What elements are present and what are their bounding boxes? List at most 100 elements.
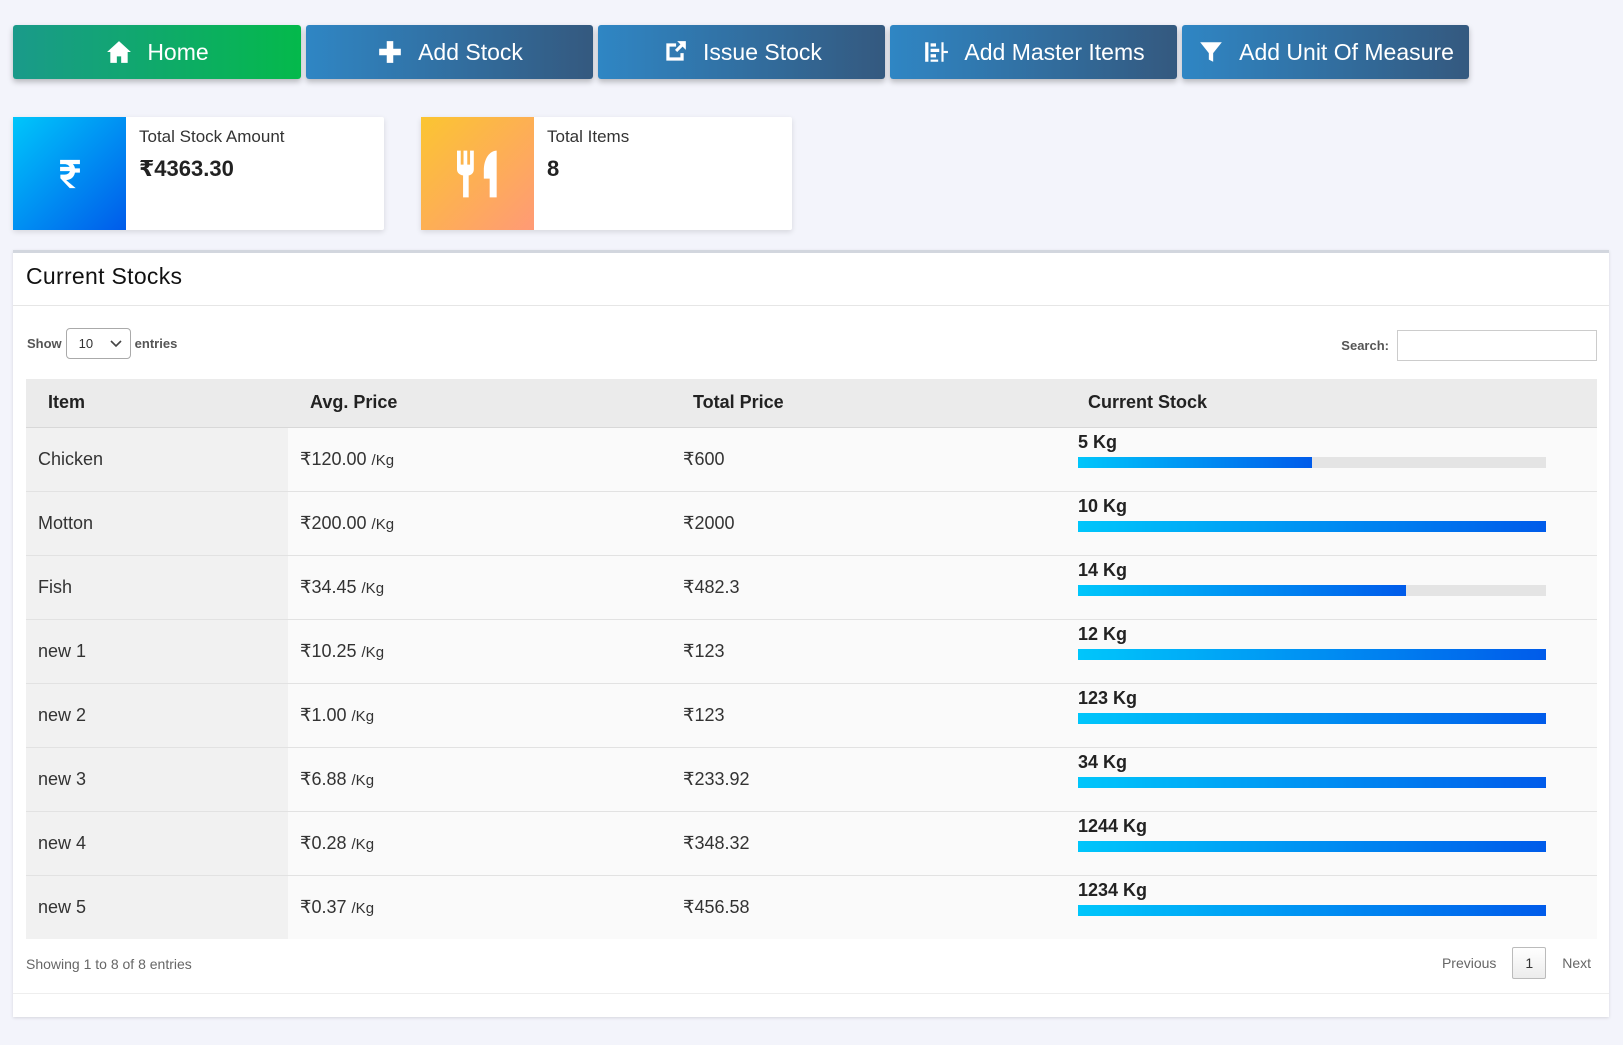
total-price-cell: ₹600 bbox=[671, 427, 1066, 492]
plus-icon bbox=[376, 38, 404, 66]
add-master-items-button-label: Add Master Items bbox=[964, 38, 1145, 65]
table-controls: Show 10 entries Search: bbox=[27, 326, 1597, 361]
avg-price-cell: ₹0.28 /Kg bbox=[288, 811, 671, 876]
add-stock-button-label: Add Stock bbox=[418, 38, 523, 65]
add-master-items-button[interactable]: Add Master Items bbox=[890, 25, 1177, 79]
search-input[interactable] bbox=[1397, 330, 1597, 361]
home-button-label: Home bbox=[147, 38, 209, 65]
next-page-button[interactable]: Next bbox=[1556, 947, 1597, 979]
avg-price-cell: ₹34.45 /Kg bbox=[288, 555, 671, 620]
table-info: Showing 1 to 8 of 8 entries bbox=[26, 956, 192, 972]
item-cell: new 2 bbox=[26, 683, 288, 748]
item-name: new 4 bbox=[38, 832, 87, 853]
add-stock-button[interactable]: Add Stock bbox=[306, 25, 593, 79]
stock-progress-fill bbox=[1078, 520, 1546, 532]
stock-quantity: 5 Kg bbox=[1078, 431, 1118, 452]
column-header-current-stock[interactable]: Current Stock bbox=[1066, 379, 1597, 428]
table-row: new 3 ₹6.88 /Kg ₹233.92 34 Kg bbox=[26, 747, 1597, 812]
add-unit-of-measure-button[interactable]: Add Unit Of Measure bbox=[1182, 25, 1469, 79]
price-unit: /Kg bbox=[351, 771, 375, 789]
stock-quantity: 12 Kg bbox=[1078, 623, 1128, 644]
home-icon bbox=[105, 38, 133, 66]
total-price-cell: ₹456.58 bbox=[671, 875, 1066, 939]
stock-progress-fill bbox=[1078, 584, 1406, 596]
total-price-cell: ₹348.32 bbox=[671, 811, 1066, 876]
search-control: Search: bbox=[1341, 330, 1597, 361]
utensils-icon bbox=[421, 117, 534, 230]
price-unit: /Kg bbox=[351, 899, 375, 917]
column-header-item[interactable]: Item bbox=[26, 379, 288, 428]
item-name: new 3 bbox=[38, 768, 87, 789]
column-header-total-price[interactable]: Total Price bbox=[671, 379, 1066, 428]
item-name: new 5 bbox=[38, 896, 87, 917]
pagination: Previous 1 Next bbox=[1436, 947, 1597, 979]
stock-progress-fill bbox=[1078, 776, 1546, 788]
stock-quantity: 34 Kg bbox=[1078, 751, 1128, 772]
home-button[interactable]: Home bbox=[13, 25, 301, 79]
list-icon bbox=[922, 38, 950, 66]
issue-stock-button[interactable]: Issue Stock bbox=[598, 25, 885, 79]
avg-price-cell: ₹10.25 /Kg bbox=[288, 619, 671, 684]
page-length-select[interactable]: 10 bbox=[65, 328, 131, 359]
total-price-value: ₹456.58 bbox=[683, 896, 750, 917]
total-price-cell: ₹123 bbox=[671, 683, 1066, 748]
current-stock-cell: 1234 Kg bbox=[1066, 875, 1597, 939]
search-label: Search: bbox=[1341, 338, 1389, 353]
item-cell: Fish bbox=[26, 555, 288, 620]
table-body: Chicken ₹120.00 /Kg ₹600 5 Kg Motton ₹200.00 … bbox=[26, 427, 1597, 939]
total-items-value: 8 bbox=[547, 156, 560, 181]
item-cell: Chicken bbox=[26, 427, 288, 492]
total-price-value: ₹2000 bbox=[683, 512, 735, 533]
entries-label: entries bbox=[134, 336, 178, 351]
avg-price-value: ₹34.45 bbox=[300, 576, 357, 597]
table-row: new 2 ₹1.00 /Kg ₹123 123 Kg bbox=[26, 683, 1597, 748]
item-cell: new 4 bbox=[26, 811, 288, 876]
avg-price-cell: ₹1.00 /Kg bbox=[288, 683, 671, 748]
current-stock-cell: 10 Kg bbox=[1066, 491, 1597, 556]
stock-progress-fill bbox=[1078, 904, 1546, 916]
avg-price-value: ₹10.25 bbox=[300, 640, 357, 661]
panel-title: Current Stocks bbox=[13, 253, 1609, 306]
table-row: new 5 ₹0.37 /Kg ₹456.58 1234 Kg bbox=[26, 875, 1597, 939]
total-stock-amount-label: Total Stock Amount bbox=[139, 127, 285, 146]
column-header-avg-price[interactable]: Avg. Price bbox=[288, 379, 671, 428]
avg-price-value: ₹200.00 bbox=[300, 512, 367, 533]
top-nav: Home Add Stock Issue Stock Add Master It… bbox=[13, 25, 1469, 79]
stock-quantity: 123 Kg bbox=[1078, 687, 1138, 708]
issue-stock-button-label: Issue Stock bbox=[703, 38, 822, 65]
item-name: new 2 bbox=[38, 704, 87, 725]
stock-progress-track bbox=[1078, 712, 1546, 724]
stock-progress-fill bbox=[1078, 712, 1546, 724]
stock-quantity: 1244 Kg bbox=[1078, 815, 1148, 836]
item-cell: new 5 bbox=[26, 875, 288, 939]
avg-price-cell: ₹120.00 /Kg bbox=[288, 427, 671, 492]
total-items-card: Total Items 8 bbox=[421, 117, 792, 230]
share-icon bbox=[661, 38, 689, 66]
avg-price-value: ₹120.00 bbox=[300, 448, 367, 469]
item-cell: Motton bbox=[26, 491, 288, 556]
add-unit-of-measure-button-label: Add Unit Of Measure bbox=[1239, 38, 1454, 65]
stock-progress-track bbox=[1078, 648, 1546, 660]
avg-price-value: ₹6.88 bbox=[300, 768, 347, 789]
stock-quantity: 14 Kg bbox=[1078, 559, 1128, 580]
current-stock-cell: 123 Kg bbox=[1066, 683, 1597, 748]
previous-page-button[interactable]: Previous bbox=[1436, 947, 1502, 979]
chevron-down-icon bbox=[110, 339, 122, 347]
stock-progress-fill bbox=[1078, 648, 1546, 660]
table-row: Motton ₹200.00 /Kg ₹2000 10 Kg bbox=[26, 491, 1597, 556]
total-price-value: ₹348.32 bbox=[683, 832, 750, 853]
total-price-cell: ₹2000 bbox=[671, 491, 1066, 556]
current-stocks-panel: Current Stocks Show 10 entries Search: I… bbox=[13, 250, 1609, 1017]
total-price-value: ₹482.3 bbox=[683, 576, 740, 597]
avg-price-cell: ₹0.37 /Kg bbox=[288, 875, 671, 939]
page-1-button[interactable]: 1 bbox=[1512, 947, 1547, 979]
total-price-value: ₹123 bbox=[683, 640, 725, 661]
total-price-value: ₹123 bbox=[683, 704, 725, 725]
page-length-control: Show 10 entries bbox=[27, 328, 177, 359]
item-name: Motton bbox=[38, 512, 94, 533]
current-stock-cell: 34 Kg bbox=[1066, 747, 1597, 812]
stock-quantity: 10 Kg bbox=[1078, 495, 1128, 516]
card-body: Total Stock Amount ₹4363.30 bbox=[126, 117, 298, 230]
item-name: new 1 bbox=[38, 640, 87, 661]
current-stock-cell: 14 Kg bbox=[1066, 555, 1597, 620]
